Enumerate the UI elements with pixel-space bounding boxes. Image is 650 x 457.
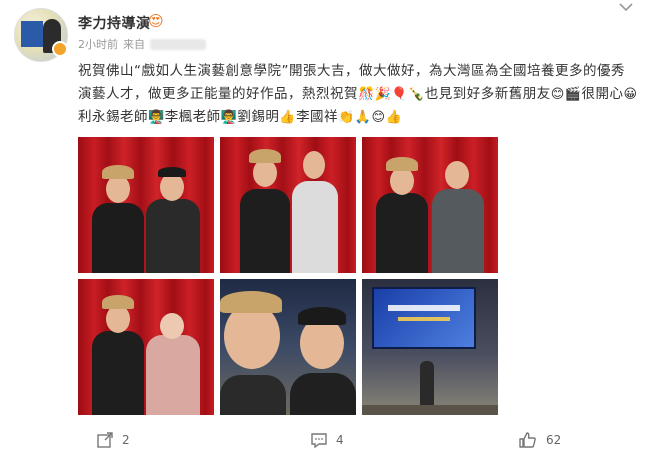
repost-button[interactable]: 2 (96, 431, 130, 449)
grin-emoji: 😀 (623, 87, 638, 102)
comment-count: 4 (336, 433, 344, 447)
photo-1-head-b (160, 173, 184, 201)
thumbs-emoji: 👍 (279, 110, 297, 125)
text-happy: 很開心 (581, 86, 624, 102)
name-1: 利永錫老師 (78, 109, 148, 125)
photo-2-person-a (240, 189, 290, 273)
photo-3-head-b (445, 161, 469, 189)
photo-1-person-b (146, 199, 200, 273)
balloon-emoji: 🎈 (391, 87, 409, 102)
photo-2-person-b (292, 181, 338, 273)
repost-icon (96, 431, 114, 449)
photo-3[interactable] (362, 137, 498, 273)
photo-4-person-a (92, 331, 144, 415)
photo-2-head-a (253, 159, 277, 187)
cheer-emoji: 🎊 (358, 87, 375, 102)
photo-1-person-a (92, 203, 144, 273)
post-text: 祝賀佛山“戲如人生演藝創意學院”開張大吉，做大做好，為大灣區為全國培養更多的優秀… (78, 60, 638, 129)
photo-4-hat (102, 295, 134, 309)
thumbs-emoji-2: 👍 (385, 110, 403, 125)
photo-1-cap (158, 167, 186, 177)
teacher-emoji-2: 👨‍🏫 (220, 110, 238, 125)
post-time[interactable]: 2小时前 (78, 36, 118, 52)
party-emoji: 🎉 (374, 87, 392, 102)
photo-6-screen (372, 287, 476, 349)
photo-3-person-a (376, 193, 428, 273)
photo-6-screen-sub (398, 317, 450, 321)
comment-button[interactable]: 4 (310, 431, 344, 449)
like-count: 62 (546, 433, 562, 447)
verified-badge-icon (52, 41, 68, 57)
photo-1-head-a (106, 175, 130, 203)
photo-5-cap (298, 307, 346, 325)
bottle-emoji: 🍾 (408, 87, 425, 102)
repost-count: 2 (122, 433, 130, 447)
text-friends: 也見到好多新舊朋友 (424, 86, 551, 102)
photo-2-head-b (303, 151, 325, 179)
photo-5-body-a (220, 375, 286, 415)
fan-badge-icon: 😍 (148, 12, 164, 30)
source-device-blurred (150, 38, 206, 50)
photo-3-person-b (432, 189, 484, 273)
pray-emoji: 🙏 (354, 110, 372, 125)
post-meta: 2小时前 来自 (78, 36, 206, 52)
photo-grid (78, 137, 498, 416)
clap-emoji: 👏 (338, 110, 355, 125)
teacher-emoji: 👨‍🏫 (148, 110, 165, 125)
clapper-emoji: 🎬 (564, 87, 582, 102)
photo-5-body-b (290, 373, 356, 415)
photo-3-hat (386, 157, 418, 171)
like-button[interactable]: 62 (518, 431, 561, 449)
name-2: 李楓老師 (164, 109, 221, 125)
photo-4-person-b (146, 335, 200, 415)
source-prefix: 来自 (123, 38, 145, 51)
thumbs-up-icon (518, 431, 538, 449)
photo-1-hat (102, 165, 134, 179)
name-3: 劉錫明 (237, 109, 280, 125)
photo-6-floor (362, 405, 498, 415)
photo-1[interactable] (78, 137, 214, 273)
avatar-graphic (21, 21, 43, 47)
action-bar: 2 4 62 (0, 425, 650, 457)
photo-5-hat (220, 291, 282, 313)
photo-4-head-a (106, 305, 130, 333)
photo-2-hat (249, 149, 281, 163)
smile-emoji-2: 😊 (371, 110, 386, 125)
photo-2[interactable] (220, 137, 356, 273)
photo-4[interactable] (78, 279, 214, 415)
smile-emoji: 😊 (550, 87, 565, 102)
photo-6[interactable] (362, 279, 498, 415)
photo-5[interactable] (220, 279, 356, 415)
author-name[interactable]: 李力持導演 (78, 13, 151, 33)
more-options-icon[interactable] (616, 0, 636, 19)
photo-4-head-b (160, 313, 184, 339)
photo-6-screen-title (388, 305, 460, 311)
photo-3-head-a (390, 167, 414, 195)
name-4: 李國祥 (296, 109, 339, 125)
comment-icon (310, 431, 328, 449)
